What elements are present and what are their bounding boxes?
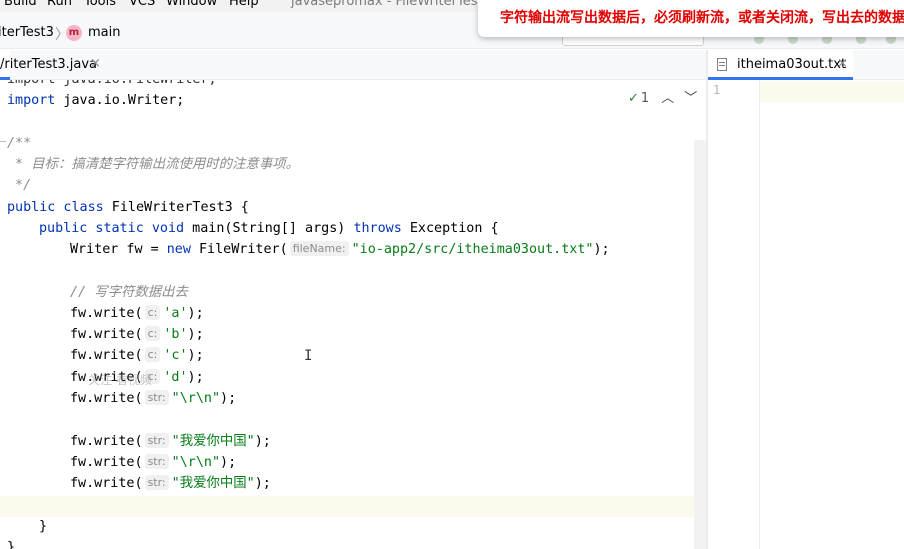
window-title: javasepromax - FileWriterTest3.ja — [291, 0, 507, 9]
text-file-icon — [717, 58, 727, 71]
right-editor[interactable]: 1 — [708, 80, 904, 549]
code-line-import-filewriter: import java.io.FileWriter; — [7, 80, 217, 90]
code-line-close-class: } — [7, 540, 16, 549]
code-line-import-writer: import java.io.Writer; — [7, 93, 185, 108]
breadcrumb-method[interactable]: main — [88, 25, 120, 40]
code-line-doc-open: /** — [7, 136, 32, 151]
menu-run[interactable]: Run — [47, 0, 72, 9]
tab-itheima03out[interactable]: itheima03out.txt × — [708, 50, 853, 80]
code-line-doc-close: */ — [7, 178, 32, 193]
breadcrumb-file[interactable]: iterTest3 — [0, 25, 54, 40]
text-cursor-icon: I — [304, 348, 313, 364]
code-line-comment: // 写字符数据出去 — [70, 285, 188, 300]
code-line-writer: Writer fw = new FileWriter(fileName: "io-… — [70, 241, 610, 257]
code-line-write-cn-1: fw.write(str: "我爱你中国"); — [70, 433, 271, 449]
code-line-close-method: } — [39, 519, 48, 534]
menu-help[interactable]: Help — [229, 0, 259, 9]
tab-label: itheima03out.txt — [737, 57, 847, 72]
close-icon[interactable]: × — [837, 56, 848, 71]
inspection-count: 1 — [640, 91, 650, 106]
tip-banner: 字符输出流写出数据后，必须刷新流，或者关闭流，写出去的数据 — [478, 0, 904, 37]
editor-scrollbar[interactable] — [694, 140, 706, 549]
close-icon[interactable]: × — [90, 56, 101, 71]
code-editor[interactable]: import java.io.FileWriter; import java.i… — [0, 80, 706, 549]
menu-build[interactable]: Build — [4, 0, 37, 9]
code-line-class: public class FileWriterTest3 { — [7, 200, 249, 215]
menu-window[interactable]: Window — [166, 0, 217, 9]
code-line-write-a: fw.write(c:'a'); — [70, 305, 204, 321]
video-overlay-text: 关注 看视频 — [88, 373, 152, 387]
current-line-highlight — [0, 496, 706, 517]
tab-filewritertest3[interactable]: /riterTest3.java × — [0, 50, 101, 80]
code-line-write-c: fw.write(c:'c'); — [70, 347, 204, 363]
line-gutter: 1 — [708, 80, 760, 549]
code-line-write-crlf-2: fw.write(str: "\r\n"); — [70, 454, 237, 470]
check-icon: ✓ — [628, 91, 639, 106]
chevron-down-icon[interactable]: ﹀ — [684, 91, 697, 106]
line-number: 1 — [713, 83, 721, 97]
inspection-widget[interactable]: ✓ 1 ︿ ﹀ — [628, 87, 706, 106]
chevron-up-icon[interactable]: ︿ — [661, 91, 674, 106]
method-icon: m — [66, 25, 82, 41]
code-line-write-b: fw.write(c:'b'); — [70, 326, 204, 342]
menu-tools[interactable]: Tools — [84, 0, 116, 9]
code-line-write-cn-2: fw.write(str: "我爱你中国"); — [70, 475, 271, 491]
code-line-write-crlf-1: fw.write(str: "\r\n"); — [70, 390, 237, 406]
tip-banner-text: 字符输出流写出数据后，必须刷新流，或者关闭流，写出去的数据 — [500, 10, 904, 26]
menu-vcs[interactable]: VCS — [129, 0, 155, 9]
param-hint: fileName: — [289, 241, 349, 256]
code-line-main: public static void main(String[] args) t… — [39, 221, 499, 236]
editor-tabbar-left: /riterTest3.java × — [0, 50, 706, 80]
fold-marker[interactable] — [0, 141, 6, 142]
editor-tabbar-right: itheima03out.txt × — [708, 50, 904, 80]
current-line-highlight — [760, 82, 904, 102]
code-line-doc-text: * 目标：搞清楚字符输出流使用时的注意事项。 — [7, 157, 299, 172]
tab-label: /riterTest3.java — [0, 57, 98, 72]
